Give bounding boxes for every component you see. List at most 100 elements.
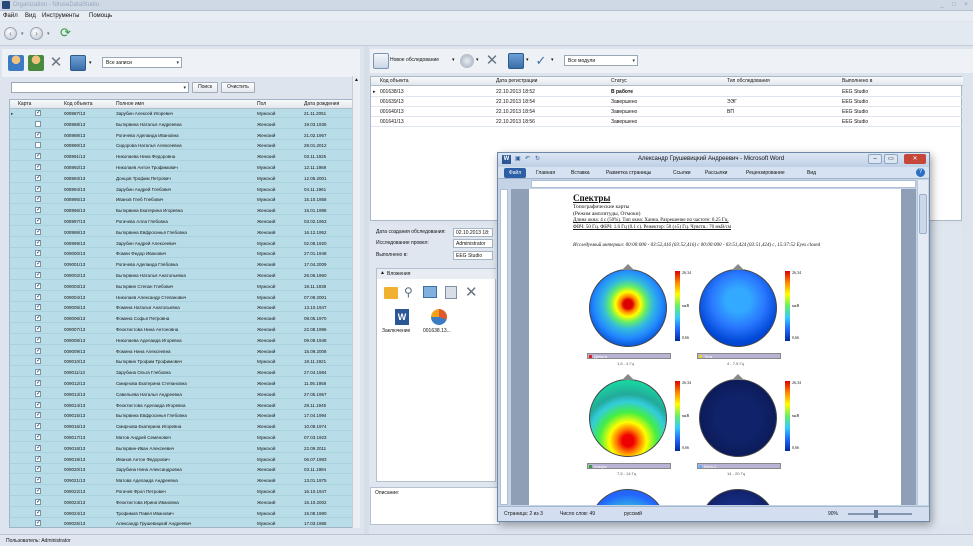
menu-tools[interactable]: Инструменты	[42, 13, 79, 19]
card-checkbox[interactable]: ✓	[35, 423, 41, 430]
col-sex[interactable]: Пол	[257, 101, 266, 107]
card-checkbox[interactable]: ✓	[35, 174, 41, 181]
card-checkbox[interactable]: ✓	[35, 509, 41, 516]
card-checkbox[interactable]: ✓	[35, 196, 41, 203]
table-row[interactable]: ✓ 008996/13 Быткрвина Екатерина Игоревна Же…	[10, 206, 359, 216]
table-row[interactable]: ✓ 009010/13 Быткрвин Трофим Трофимович Мужс…	[10, 357, 359, 367]
back-icon[interactable]: ‹	[4, 27, 17, 40]
delete-exam-icon[interactable]: ✕	[484, 53, 500, 69]
card-checkbox[interactable]: ✓	[35, 218, 41, 224]
search-button[interactable]: Поиск	[192, 82, 218, 93]
word-scroll-thumb[interactable]	[919, 194, 927, 234]
undo-icon[interactable]: ↶	[525, 155, 530, 162]
patients-scrollbar[interactable]: ▲	[352, 76, 360, 528]
table-row[interactable]: ✓ 009024/13 Трофимов Павел Иванович Мужской…	[10, 509, 359, 518]
table-row[interactable]: ✓ 009021/13 Матова Аделаида Андреевна Женск…	[10, 476, 359, 486]
table-row[interactable]: ✓ 009004/13 Николаев Александр Степанович М…	[10, 293, 359, 302]
card-checkbox[interactable]: ✓	[35, 315, 41, 322]
redo-icon[interactable]: ↻	[535, 155, 540, 162]
word-close-button[interactable]: ✕	[904, 154, 926, 164]
delete-icon[interactable]: ✕	[48, 55, 64, 71]
maximize-button[interactable]: □	[949, 1, 959, 9]
collapse-icon[interactable]: ▲	[380, 270, 385, 276]
word-zoom-level[interactable]: 90%	[828, 511, 838, 517]
col-exam-type[interactable]: Тип обследования	[727, 78, 770, 84]
table-row[interactable]: ✓ 009017/13 Матов Андрей Семенович Мужской 0…	[10, 433, 359, 442]
word-minimize-button[interactable]: –	[868, 154, 882, 164]
card-checkbox[interactable]: ✓	[35, 477, 41, 484]
word-tab-review[interactable]: Рецензирование	[746, 170, 785, 176]
card-checkbox[interactable]: ✓	[35, 110, 41, 116]
exam-row[interactable]: 001639/13 22.10.2013 18:54 Завершено ЭЭГ EEG…	[371, 97, 963, 107]
word-tab-references[interactable]: Ссылки	[673, 170, 691, 176]
new-exam-button[interactable]: Новое обследование	[390, 57, 439, 63]
col-exam-code[interactable]: Код объекта	[380, 78, 409, 84]
attachment-eeg[interactable]: 001638.13...	[423, 328, 451, 334]
word-zoom-slider[interactable]	[848, 510, 912, 518]
col-reg-date[interactable]: Дата регистрации	[496, 78, 537, 84]
table-row[interactable]: ✓ 009016/13 Смирнова Екатерина Игоревна Жен…	[10, 422, 359, 432]
menu-view[interactable]: Вид	[25, 13, 36, 19]
open-folder-icon[interactable]	[384, 287, 398, 299]
card-checkbox[interactable]: ✓	[35, 455, 41, 462]
new-exam-icon[interactable]	[373, 53, 389, 69]
card-checkbox[interactable]: ✓	[35, 520, 41, 527]
vertical-ruler[interactable]	[500, 189, 508, 505]
card-checkbox[interactable]	[35, 120, 41, 127]
menu-file[interactable]: Файл	[3, 13, 18, 19]
word-tab-home[interactable]: Главная	[536, 170, 555, 176]
refresh-icon[interactable]: ⟳	[60, 26, 74, 40]
table-row[interactable]: ✓ 008994/13 Зарубин Андрей Глебович Мужской…	[10, 185, 359, 194]
table-row[interactable]: ✓ 008989/13 Рогачева Аделаида Ивановна Женс…	[10, 131, 359, 140]
table-row[interactable]: ✓ 008993/13 Донцов Трофим Петрович Мужской 1…	[10, 174, 359, 183]
minimize-button[interactable]: _	[937, 1, 947, 9]
table-row[interactable]: ✓ 008992/13 Николаев Антон Трофимович Мужск…	[10, 163, 359, 172]
wand-dropdown-icon[interactable]: ▾	[551, 57, 554, 63]
table-row[interactable]: 008988/13 Быткрвина Наталья Андреевна Женс…	[10, 120, 359, 129]
card-checkbox[interactable]: ✓	[35, 207, 41, 214]
table-row[interactable]: ✓ 008998/13 Быткрвина Евфросинья Глебовна Ж…	[10, 228, 359, 237]
exam-clipboard-icon[interactable]	[508, 53, 524, 69]
card-checkbox[interactable]: ✓	[35, 466, 41, 473]
table-row[interactable]: ✓ 008991/13 Николаева Нина Федоровна Женски…	[10, 152, 359, 162]
word-vertical-scrollbar[interactable]	[917, 180, 928, 505]
card-checkbox[interactable]: ✓	[35, 369, 41, 376]
exam-row[interactable]: 001641/13 22.10.2013 18:56 Завершено EEG St…	[371, 117, 963, 127]
col-status[interactable]: Статус	[611, 78, 627, 84]
table-row[interactable]: ✓ 009019/13 Иванов Антон Федорович Мужской 0…	[10, 455, 359, 464]
exam-row[interactable]: 001640/13 22.10.2013 18:54 Завершено ВП EEG …	[371, 107, 963, 117]
table-row[interactable]: ✓ 009007/13 Феоктистова Нина Антоновна Женс…	[10, 325, 359, 334]
email-icon[interactable]	[423, 286, 437, 298]
table-row[interactable]: ✓ 009008/13 Николаева Аделаида Игоревна Жен…	[10, 336, 359, 345]
exam-row[interactable]: ▸ 001638/13 22.10.2013 18:52 В работе EEG St…	[371, 87, 963, 97]
table-row[interactable]: ▸ ✓ 008987/13 Зарубин Алексей Игоревич Мужск…	[10, 109, 359, 118]
word-window[interactable]: W ▣ ↶ ↻ Александр Грушевицкий Андреевич …	[497, 152, 930, 522]
attach-link-icon[interactable]: ⚲	[404, 285, 416, 299]
card-checkbox[interactable]: ✓	[35, 434, 41, 440]
table-row[interactable]: ✓ 008997/13 Рогачева Алла Глебовна Женский 0…	[10, 217, 359, 226]
forward-icon[interactable]: ›	[30, 27, 43, 40]
table-row[interactable]: ✓ 009000/13 Фомин Федор Иванович Мужской 27.…	[10, 249, 359, 259]
table-row[interactable]: ✓ 009009/13 Фомина Нина Алексеевна Женский 1…	[10, 347, 359, 356]
table-row[interactable]: ✓ 009005/13 Фомина Наталья Анатольевна Женс…	[10, 303, 359, 313]
col-code[interactable]: Код объекта	[64, 101, 93, 107]
card-checkbox[interactable]: ✓	[35, 304, 41, 311]
modules-filter[interactable]: Все модули ▾	[564, 55, 638, 66]
card-checkbox[interactable]: ✓	[35, 282, 41, 289]
document-area[interactable]: Спектры Топографические карты (Режим амп…	[511, 189, 916, 505]
card-checkbox[interactable]: ✓	[35, 347, 41, 354]
card-checkbox[interactable]: ✓	[35, 261, 41, 268]
table-row[interactable]: ✓ 008999/13 Зарубин Андрей Алексеевич Мужск…	[10, 239, 359, 248]
card-checkbox[interactable]: ✓	[35, 498, 41, 505]
scroll-up-icon[interactable]: ▲	[354, 77, 359, 83]
horizontal-ruler[interactable]	[531, 180, 916, 188]
card-checkbox[interactable]: ✓	[35, 153, 41, 160]
col-done-in[interactable]: Выполнено в	[842, 78, 872, 84]
card-checkbox[interactable]: ✓	[35, 336, 41, 343]
delete-attachment-icon[interactable]: ✕	[465, 283, 478, 301]
card-checkbox[interactable]: ✓	[35, 326, 41, 332]
close-button[interactable]: ×	[961, 1, 971, 9]
table-row[interactable]: ✓ 009002/13 Быткрвина Наталья Анатольевна Ж…	[10, 271, 359, 280]
history-dropdown-icon[interactable]: ▾	[21, 31, 24, 37]
table-row[interactable]: ✓ 009001/13 Рогачева Аделаида Глебовна Женс…	[10, 260, 359, 270]
